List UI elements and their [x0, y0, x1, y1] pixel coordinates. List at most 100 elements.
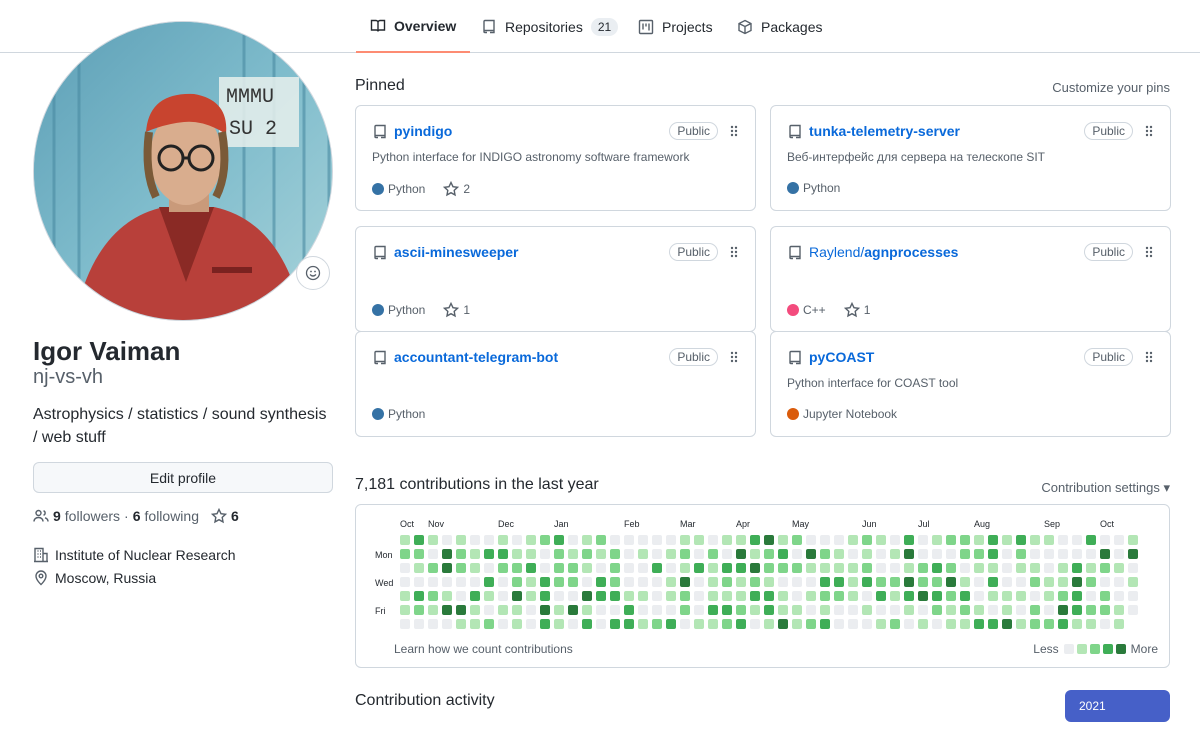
contribution-day[interactable] [876, 549, 886, 559]
repo-name-link[interactable]: tunka-telemetry-server [809, 123, 960, 139]
contribution-day[interactable] [554, 591, 564, 601]
contribution-day[interactable] [1016, 549, 1026, 559]
followers-label[interactable]: followers [65, 508, 120, 524]
contribution-day[interactable] [820, 619, 830, 629]
year-2021-button[interactable]: 2021 [1065, 690, 1170, 722]
drag-handle-icon[interactable] [729, 245, 739, 259]
contribution-day[interactable] [806, 591, 816, 601]
contribution-day[interactable] [960, 549, 970, 559]
contribution-day[interactable] [428, 591, 438, 601]
contribution-day[interactable] [1072, 577, 1082, 587]
contribution-day[interactable] [890, 591, 900, 601]
contribution-day[interactable] [1030, 549, 1040, 559]
contribution-day[interactable] [834, 563, 844, 573]
contribution-day[interactable] [764, 563, 774, 573]
contribution-day[interactable] [960, 619, 970, 629]
contribution-day[interactable] [988, 619, 998, 629]
contribution-day[interactable] [876, 605, 886, 615]
contribution-day[interactable] [918, 563, 928, 573]
contribution-day[interactable] [806, 535, 816, 545]
contribution-day[interactable] [1016, 535, 1026, 545]
contribution-day[interactable] [862, 591, 872, 601]
contribution-day[interactable] [890, 549, 900, 559]
contribution-day[interactable] [582, 619, 592, 629]
contribution-day[interactable] [610, 605, 620, 615]
contribution-day[interactable] [1086, 535, 1096, 545]
contribution-day[interactable] [666, 591, 676, 601]
repo-name-link[interactable]: ascii-minesweeper [394, 244, 519, 260]
contribution-day[interactable] [862, 563, 872, 573]
contribution-day[interactable] [890, 605, 900, 615]
contribution-day[interactable] [568, 563, 578, 573]
contribution-day[interactable] [876, 535, 886, 545]
contribution-day[interactable] [484, 619, 494, 629]
contribution-day[interactable] [442, 605, 452, 615]
repo-name-link[interactable]: accountant-telegram-bot [394, 349, 558, 365]
contribution-day[interactable] [540, 577, 550, 587]
contribution-day[interactable] [1128, 535, 1138, 545]
contribution-day[interactable] [722, 591, 732, 601]
contribution-day[interactable] [498, 563, 508, 573]
drag-handle-icon[interactable] [1144, 124, 1154, 138]
contribution-day[interactable] [1086, 577, 1096, 587]
contribution-day[interactable] [988, 577, 998, 587]
contribution-day[interactable] [638, 577, 648, 587]
contribution-day[interactable] [764, 577, 774, 587]
contribution-day[interactable] [862, 577, 872, 587]
contribution-day[interactable] [820, 605, 830, 615]
contribution-day[interactable] [1044, 535, 1054, 545]
contribution-day[interactable] [848, 619, 858, 629]
contribution-day[interactable] [946, 577, 956, 587]
contribution-day[interactable] [456, 591, 466, 601]
contribution-day[interactable] [526, 535, 536, 545]
contribution-day[interactable] [526, 591, 536, 601]
contribution-day[interactable] [736, 619, 746, 629]
contribution-day[interactable] [778, 535, 788, 545]
contribution-day[interactable] [540, 549, 550, 559]
contribution-day[interactable] [1030, 563, 1040, 573]
contribution-day[interactable] [1002, 563, 1012, 573]
contribution-day[interactable] [834, 591, 844, 601]
contribution-day[interactable] [848, 605, 858, 615]
contribution-day[interactable] [652, 535, 662, 545]
contribution-day[interactable] [1058, 549, 1068, 559]
contribution-day[interactable] [960, 591, 970, 601]
contribution-day[interactable] [470, 535, 480, 545]
contribution-day[interactable] [848, 549, 858, 559]
contribution-day[interactable] [960, 577, 970, 587]
contribution-day[interactable] [414, 563, 424, 573]
contribution-day[interactable] [820, 535, 830, 545]
contribution-day[interactable] [806, 605, 816, 615]
contribution-day[interactable] [652, 619, 662, 629]
contribution-day[interactable] [400, 591, 410, 601]
contribution-day[interactable] [442, 619, 452, 629]
contribution-day[interactable] [624, 535, 634, 545]
contribution-day[interactable] [596, 577, 606, 587]
contribution-day[interactable] [554, 549, 564, 559]
drag-handle-icon[interactable] [729, 350, 739, 364]
contribution-day[interactable] [400, 563, 410, 573]
contribution-day[interactable] [932, 605, 942, 615]
contribution-day[interactable] [722, 563, 732, 573]
contribution-day[interactable] [834, 535, 844, 545]
contribution-day[interactable] [736, 549, 746, 559]
contribution-day[interactable] [974, 605, 984, 615]
contribution-day[interactable] [1058, 605, 1068, 615]
contribution-day[interactable] [666, 549, 676, 559]
contribution-day[interactable] [596, 549, 606, 559]
contribution-day[interactable] [512, 619, 522, 629]
contribution-day[interactable] [456, 563, 466, 573]
contribution-day[interactable] [1072, 535, 1082, 545]
contribution-day[interactable] [792, 605, 802, 615]
contribution-day[interactable] [1128, 605, 1138, 615]
contribution-day[interactable] [624, 563, 634, 573]
contribution-day[interactable] [722, 577, 732, 587]
contribution-day[interactable] [904, 619, 914, 629]
contribution-day[interactable] [932, 563, 942, 573]
tab-overview[interactable]: Overview [356, 0, 471, 53]
learn-contributions-link[interactable]: Learn how we count contributions [394, 642, 573, 656]
contribution-day[interactable] [638, 591, 648, 601]
contribution-day[interactable] [876, 563, 886, 573]
contribution-day[interactable] [1114, 563, 1124, 573]
contribution-day[interactable] [442, 535, 452, 545]
